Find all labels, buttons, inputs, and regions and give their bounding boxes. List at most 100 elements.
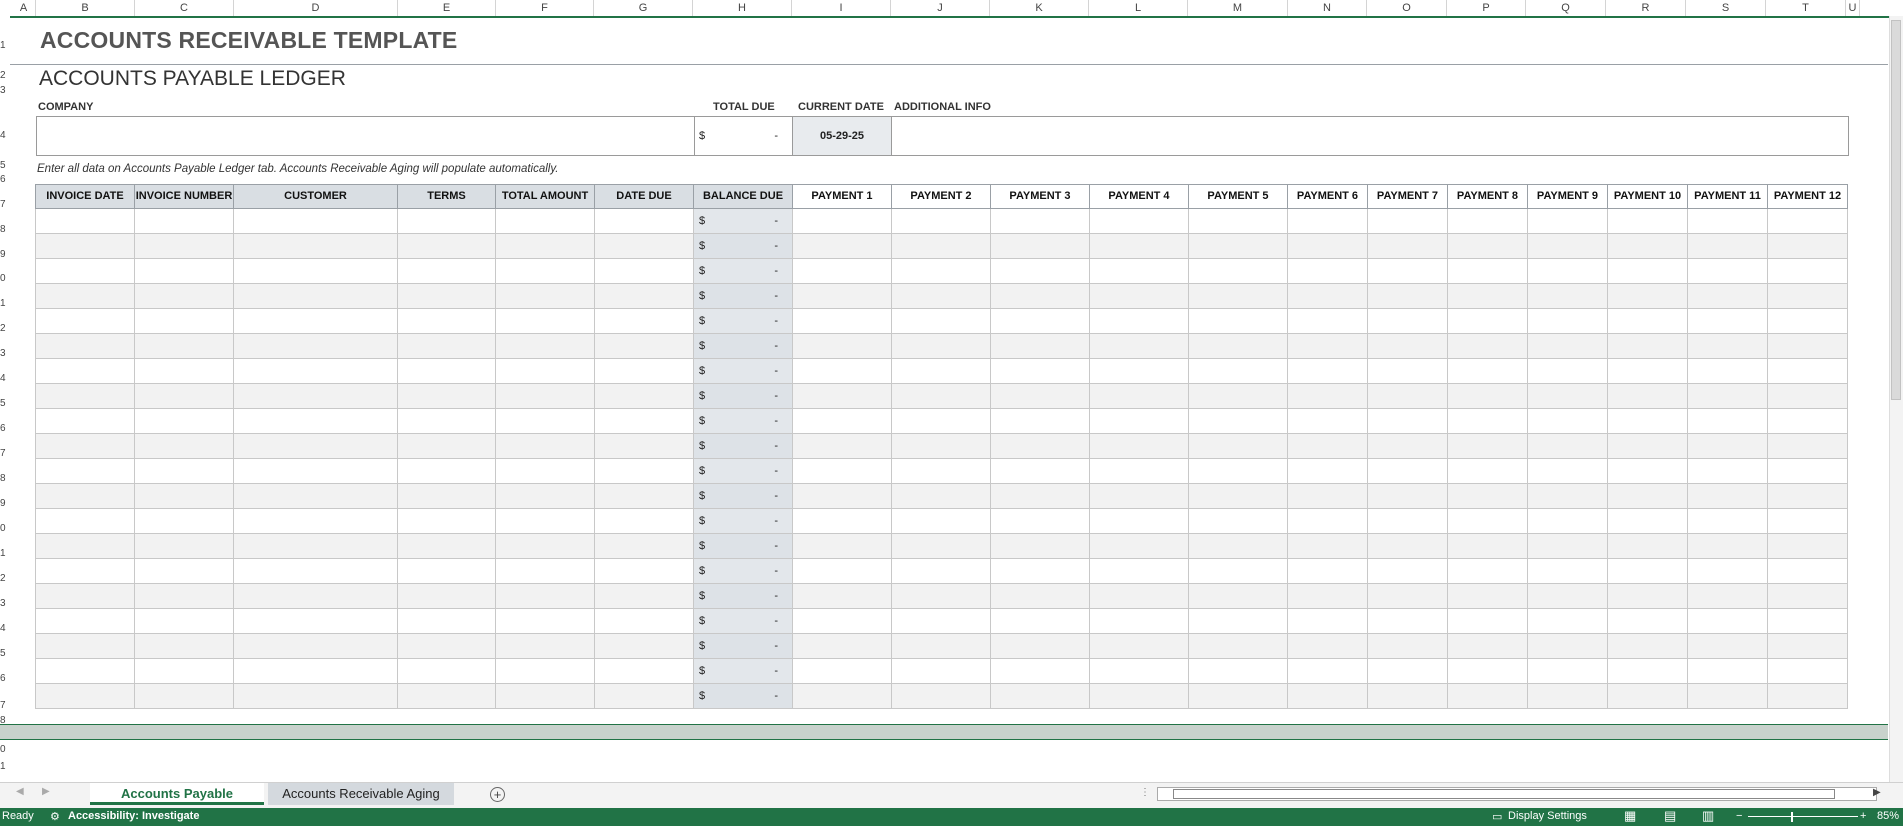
column-header[interactable]: N	[1288, 0, 1367, 16]
zoom-in-icon[interactable]: +	[1860, 810, 1866, 822]
table-cell[interactable]	[1447, 658, 1528, 684]
table-cell[interactable]	[1527, 533, 1608, 559]
table-cell[interactable]	[397, 483, 496, 509]
table-cell[interactable]: $ -	[693, 533, 793, 559]
table-cell[interactable]	[1687, 583, 1768, 609]
table-cell[interactable]	[1188, 258, 1288, 284]
table-cell[interactable]	[1367, 558, 1448, 584]
table-cell[interactable]	[792, 508, 892, 534]
table-cell[interactable]	[397, 633, 496, 659]
table-cell[interactable]	[891, 683, 991, 709]
table-cell[interactable]: $ -	[693, 508, 793, 534]
table-cell[interactable]	[134, 233, 234, 259]
table-cell[interactable]	[1089, 483, 1189, 509]
table-cell[interactable]	[792, 558, 892, 584]
table-cell[interactable]	[1687, 508, 1768, 534]
table-cell[interactable]	[891, 608, 991, 634]
page-break-preview-icon[interactable]: ▥	[1702, 808, 1714, 824]
row-header[interactable]: 9	[0, 250, 10, 260]
column-header[interactable]: I	[792, 0, 891, 16]
table-cell[interactable]	[35, 583, 135, 609]
table-cell[interactable]	[1367, 483, 1448, 509]
table-cell[interactable]	[35, 608, 135, 634]
table-cell[interactable]	[1767, 483, 1848, 509]
table-cell[interactable]: $ -	[693, 583, 793, 609]
table-cell[interactable]	[35, 458, 135, 484]
row-header[interactable]: 0	[0, 274, 10, 284]
table-cell[interactable]	[1089, 258, 1189, 284]
table-cell[interactable]	[495, 633, 595, 659]
table-cell[interactable]	[792, 533, 892, 559]
table-cell[interactable]	[891, 508, 991, 534]
table-cell[interactable]	[1687, 558, 1768, 584]
table-cell[interactable]	[495, 258, 595, 284]
table-cell[interactable]	[1447, 633, 1528, 659]
table-cell[interactable]	[35, 258, 135, 284]
table-cell[interactable]	[134, 208, 234, 234]
table-cell[interactable]	[134, 658, 234, 684]
table-cell[interactable]	[990, 633, 1090, 659]
table-cell[interactable]	[990, 658, 1090, 684]
table-cell[interactable]: $ -	[693, 458, 793, 484]
table-cell[interactable]: $ -	[693, 383, 793, 409]
table-cell[interactable]	[35, 658, 135, 684]
table-cell[interactable]	[1089, 683, 1189, 709]
table-cell[interactable]	[233, 258, 398, 284]
row-header[interactable]: 0	[0, 745, 10, 755]
table-cell[interactable]	[1188, 208, 1288, 234]
table-cell[interactable]	[1287, 408, 1368, 434]
table-cell[interactable]: $ -	[693, 333, 793, 359]
column-header[interactable]: F	[496, 0, 594, 16]
row-header[interactable]: 8	[0, 474, 10, 484]
column-header[interactable]: E	[398, 0, 496, 16]
table-cell[interactable]	[1367, 208, 1448, 234]
table-cell[interactable]	[891, 208, 991, 234]
table-cell[interactable]	[1687, 408, 1768, 434]
table-cell[interactable]	[134, 383, 234, 409]
table-cell[interactable]	[1188, 283, 1288, 309]
table-cell[interactable]	[1767, 608, 1848, 634]
table-cell[interactable]	[792, 633, 892, 659]
table-cell[interactable]	[1527, 508, 1608, 534]
row-header[interactable]: 5	[0, 161, 10, 171]
column-header[interactable]: A	[12, 0, 36, 16]
table-cell[interactable]	[495, 433, 595, 459]
table-cell[interactable]	[990, 233, 1090, 259]
column-header[interactable]: T	[1766, 0, 1846, 16]
table-cell[interactable]	[35, 408, 135, 434]
table-cell[interactable]	[1767, 358, 1848, 384]
table-cell[interactable]	[1527, 658, 1608, 684]
table-cell[interactable]	[233, 658, 398, 684]
table-cell[interactable]	[397, 233, 496, 259]
table-cell[interactable]	[1527, 633, 1608, 659]
column-header[interactable]: L	[1089, 0, 1188, 16]
table-cell[interactable]	[495, 208, 595, 234]
table-cell[interactable]	[891, 258, 991, 284]
table-cell[interactable]	[397, 333, 496, 359]
row-header[interactable]: 4	[0, 374, 10, 384]
table-cell[interactable]	[792, 458, 892, 484]
table-cell[interactable]: $ -	[693, 308, 793, 334]
table-cell[interactable]	[1607, 458, 1688, 484]
row-header[interactable]: 0	[0, 524, 10, 534]
table-cell[interactable]	[1188, 233, 1288, 259]
table-cell[interactable]	[397, 308, 496, 334]
row-header[interactable]: 2	[0, 324, 10, 334]
table-cell[interactable]	[397, 433, 496, 459]
table-cell[interactable]	[1367, 583, 1448, 609]
row-header[interactable]: 7	[0, 701, 10, 711]
row-header[interactable]: 9	[0, 499, 10, 509]
table-cell[interactable]	[1089, 583, 1189, 609]
horizontal-scroll-thumb[interactable]	[1173, 789, 1835, 799]
table-cell[interactable]: $ -	[693, 483, 793, 509]
table-cell[interactable]	[792, 308, 892, 334]
table-cell[interactable]	[1607, 233, 1688, 259]
table-cell[interactable]	[1687, 383, 1768, 409]
table-cell[interactable]	[1188, 583, 1288, 609]
row-header[interactable]: 4	[0, 131, 10, 141]
table-cell[interactable]	[1527, 608, 1608, 634]
table-cell[interactable]	[397, 683, 496, 709]
table-cell[interactable]	[1188, 483, 1288, 509]
table-cell[interactable]	[1767, 658, 1848, 684]
table-cell[interactable]	[1767, 258, 1848, 284]
